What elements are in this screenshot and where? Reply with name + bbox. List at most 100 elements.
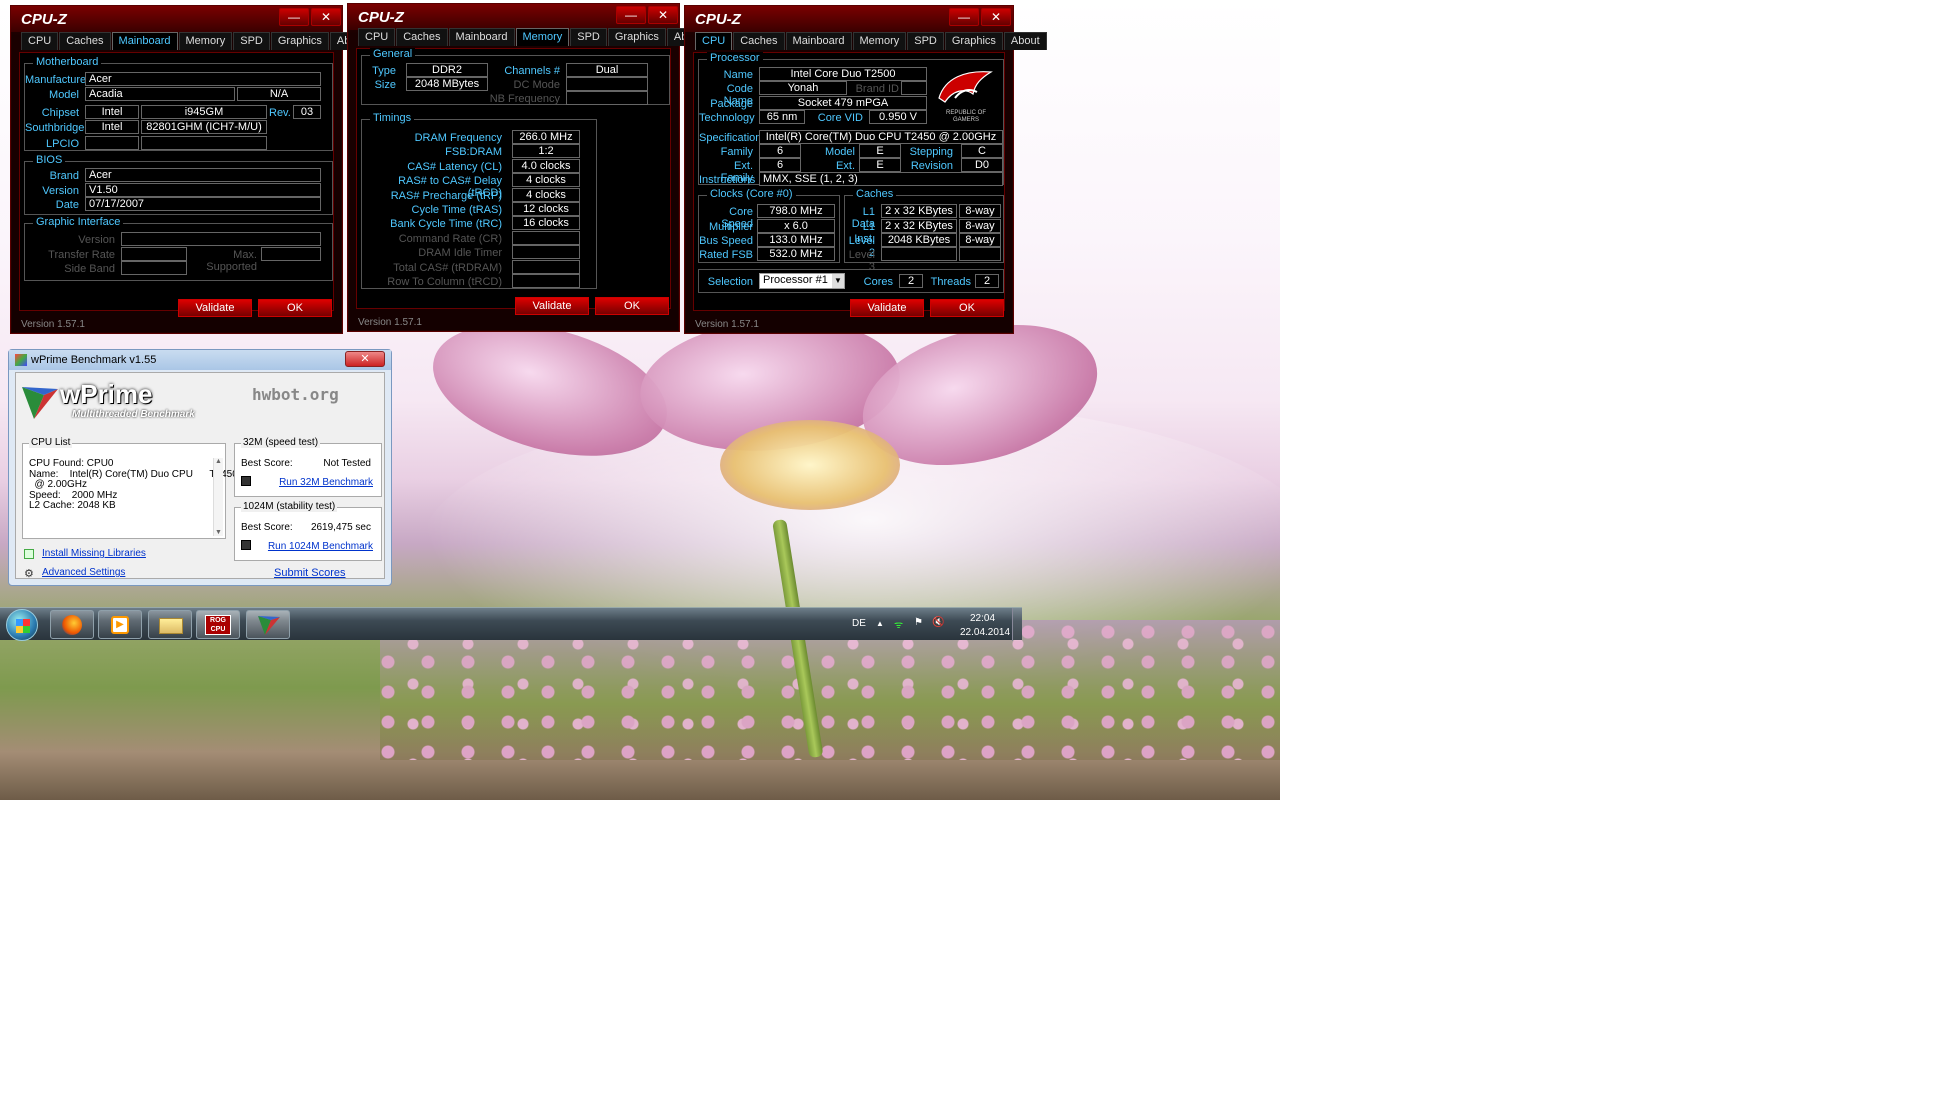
taskbar-wprime[interactable] (246, 610, 290, 639)
label: Rated FSB (699, 249, 753, 261)
timing-label: Cycle Time (tRAS) (411, 204, 502, 216)
timing-label: Total CAS# (tRDRAM) (393, 261, 502, 274)
tab-mainboard[interactable]: Mainboard (785, 32, 852, 50)
processor-select-value: Processor #1 (763, 274, 828, 286)
label: Brand (49, 170, 79, 182)
core-vid-value: 0.950 V (869, 110, 927, 124)
tab-caches[interactable]: Caches (59, 32, 111, 50)
wprime-icon (258, 616, 280, 635)
taskbar-firefox[interactable] (50, 610, 94, 639)
label: Chipset (41, 107, 79, 119)
tab-cpu[interactable]: CPU (358, 28, 396, 46)
validate-button[interactable]: Validate (515, 297, 589, 315)
stepping-value: C (961, 144, 1003, 158)
language-indicator[interactable]: DE (852, 618, 866, 629)
gi-sideband-value (121, 261, 187, 275)
tab-memory[interactable]: Memory (852, 32, 907, 50)
tab-graphics[interactable]: Graphics (270, 32, 329, 50)
wprime-window[interactable]: wPrime Benchmark v1.55 ✕ wPrime Multithr… (8, 349, 392, 586)
scroll-up-icon[interactable]: ▲ (215, 458, 222, 465)
validate-button[interactable]: Validate (850, 299, 924, 317)
close-button[interactable]: ✕ (981, 8, 1011, 26)
rog-logo-text: REPUBLIC OF GAMERS (945, 110, 986, 123)
tab-cpu[interactable]: CPU (21, 32, 59, 50)
label: Size (374, 79, 396, 91)
cpu-list-scrollbar[interactable]: ▲ ▼ (213, 458, 223, 536)
tab-caches[interactable]: Caches (396, 28, 448, 46)
label: DC Mode (513, 79, 560, 91)
tab-spd[interactable]: SPD (233, 32, 270, 50)
label: Manufacturer (25, 74, 90, 86)
scroll-down-icon[interactable]: ▼ (215, 529, 222, 536)
ok-button[interactable]: OK (258, 299, 332, 317)
cpuz-window-memory[interactable]: CPU-Z — ✕ CPU Caches Mainboard Memory SP… (347, 3, 710, 332)
install-missing-libraries-link[interactable]: Install Missing Libraries (42, 548, 146, 559)
close-button[interactable]: ✕ (345, 351, 385, 367)
family-value: 6 (759, 144, 801, 158)
tab-caches[interactable]: Caches (733, 32, 785, 50)
minimize-button[interactable]: — (279, 8, 309, 26)
clock-date[interactable]: 22.04.2014 (960, 627, 1010, 638)
version-label: Version 1.57.1 (695, 319, 759, 330)
timing-value (512, 274, 580, 288)
tab-memory[interactable]: Memory (178, 32, 233, 50)
show-hidden-icons-icon[interactable]: ▲ (876, 619, 884, 628)
minimize-button[interactable]: — (616, 6, 646, 24)
ok-button[interactable]: OK (595, 297, 669, 315)
run-32m-benchmark-link[interactable]: Run 32M Benchmark (279, 477, 373, 488)
tab-spd[interactable]: SPD (570, 28, 607, 46)
close-button[interactable]: ✕ (648, 6, 678, 24)
label: Family (720, 146, 753, 158)
clock-time[interactable]: 22:04 (970, 613, 995, 624)
action-center-flag-icon[interactable]: ⚑ (914, 617, 923, 628)
wallpaper-flower-field (380, 620, 1280, 760)
tab-cpu[interactable]: CPU (695, 32, 733, 50)
tab-graphics[interactable]: Graphics (607, 28, 666, 46)
taskbar-cpuz[interactable]: ROG CPU (196, 610, 240, 639)
group-label: Timings (370, 112, 415, 124)
timing-label: Row To Column (tRCD) (387, 276, 502, 288)
processor-select[interactable]: Processor #1 ▼ (759, 273, 845, 289)
cpuz-window-cpu[interactable]: CPU-Z — ✕ CPU Caches Mainboard Memory SP… (684, 5, 1047, 334)
tab-graphics[interactable]: Graphics (944, 32, 1003, 50)
submit-scores-link[interactable]: Submit Scores (274, 567, 346, 579)
tab-mainboard[interactable]: Mainboard (448, 28, 515, 46)
chevron-down-icon[interactable]: ▼ (832, 274, 844, 288)
volume-muted-icon[interactable]: 🔇 (932, 617, 944, 628)
close-button[interactable]: ✕ (311, 8, 341, 26)
tab-panel: Motherboard Manufacturer Acer Model Acad… (19, 52, 334, 317)
label: Model (825, 146, 855, 158)
group-label: Clocks (Core #0) (707, 188, 796, 200)
label: Side Band (64, 263, 115, 275)
tab-memory[interactable]: Memory (515, 28, 570, 46)
run-1024m-benchmark-link[interactable]: Run 1024M Benchmark (268, 541, 373, 552)
model-value: Acadia (85, 87, 235, 101)
taskbar-media-player[interactable]: ▶ (98, 610, 142, 639)
show-desktop-button[interactable] (1012, 608, 1022, 641)
save-icon (241, 476, 251, 486)
advanced-settings-link[interactable]: Advanced Settings (42, 567, 125, 578)
wprime-logo-subtitle: Multithreaded Benchmark (72, 409, 195, 420)
motherboard-group: Motherboard Manufacturer Acer Model Acad… (24, 56, 333, 151)
start-button[interactable] (6, 609, 38, 641)
label: Technology (699, 112, 755, 124)
label: Cores (863, 276, 893, 288)
label: Stepping (909, 146, 953, 158)
timing-value: 266.0 MHz (512, 130, 580, 144)
tab-about[interactable]: About (1003, 32, 1047, 50)
tab-spd[interactable]: SPD (907, 32, 944, 50)
minimize-button[interactable]: — (949, 8, 979, 26)
l1-inst-value: 2 x 32 KBytes (881, 219, 957, 233)
validate-button[interactable]: Validate (178, 299, 252, 317)
label: Date (55, 199, 79, 211)
speed-test-legend: 32M (speed test) (241, 437, 321, 448)
window-title: CPU-Z (358, 9, 404, 26)
memory-type-value: DDR2 (406, 63, 488, 77)
tab-mainboard[interactable]: Mainboard (111, 32, 178, 50)
wifi-icon[interactable]: ᯤ (894, 617, 903, 631)
taskbar-explorer[interactable] (148, 610, 192, 639)
ok-button[interactable]: OK (930, 299, 1004, 317)
cpuz-window-mainboard[interactable]: CPU-Z — ✕ CPU Caches Mainboard Memory SP… (10, 5, 373, 334)
chipset-vendor-value: Intel (85, 105, 139, 119)
core-speed-value: 798.0 MHz (757, 204, 835, 218)
